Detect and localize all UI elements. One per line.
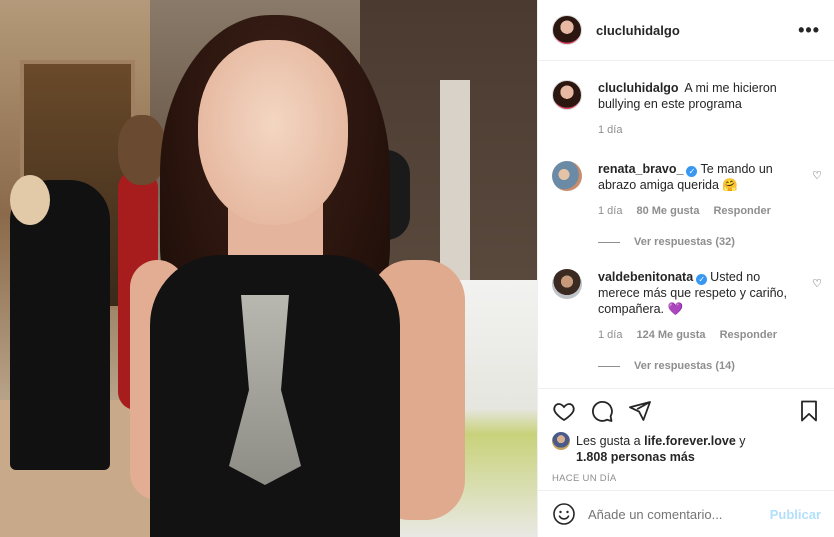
caption-text-block: clucluhidalgo A mi me hicieron bullying … bbox=[598, 80, 803, 112]
likes-text: Les gusta a life.forever.love y 1.808 pe… bbox=[576, 433, 746, 465]
photo-person-left-head bbox=[10, 175, 50, 225]
comment-icon[interactable] bbox=[590, 399, 614, 423]
photo-bg-curtain bbox=[440, 80, 470, 280]
caption-item: clucluhidalgo A mi me hicieron bullying … bbox=[552, 80, 822, 138]
publish-button[interactable]: Publicar bbox=[770, 507, 821, 522]
liker-avatar[interactable] bbox=[552, 432, 570, 450]
replies-divider bbox=[598, 365, 620, 367]
view-replies-label: Ver respuestas (14) bbox=[634, 360, 735, 372]
likes-count[interactable]: 1.808 personas más bbox=[576, 450, 695, 464]
post-photo[interactable] bbox=[0, 0, 537, 537]
comment-username[interactable]: renata_bravo_ bbox=[598, 162, 683, 176]
comment-item: valdebenitonata ✓ Usted no merece más que … bbox=[552, 269, 822, 343]
likes-joiner: y bbox=[735, 434, 746, 448]
comment-time[interactable]: 1 día bbox=[598, 203, 622, 219]
author-username[interactable]: clucluhidalgo bbox=[596, 23, 680, 38]
post-header: clucluhidalgo ••• bbox=[538, 0, 834, 61]
reply-button[interactable]: Responder bbox=[713, 203, 770, 219]
view-replies-button[interactable]: Ver respuestas (32) bbox=[598, 236, 735, 248]
more-options-icon[interactable]: ••• bbox=[798, 20, 820, 41]
post-side-panel: clucluhidalgo ••• clucluhidalgo A mi me … bbox=[537, 0, 834, 537]
view-replies-label: Ver respuestas (32) bbox=[634, 236, 735, 248]
instagram-post: clucluhidalgo ••• clucluhidalgo A mi me … bbox=[0, 0, 834, 537]
liker-username[interactable]: life.forever.love bbox=[644, 434, 736, 448]
heart-icon[interactable] bbox=[552, 399, 576, 423]
comment-likes[interactable]: 124 Me gusta bbox=[636, 327, 705, 343]
comment-item: renata_bravo_ ✓ Te mando un abrazo amiga q… bbox=[552, 161, 822, 219]
post-actions: Les gusta a life.forever.love y 1.808 pe… bbox=[538, 388, 834, 484]
likes-summary: Les gusta a life.forever.love y 1.808 pe… bbox=[552, 432, 821, 465]
likes-prefix: Les gusta a bbox=[576, 434, 645, 448]
comment-time[interactable]: 1 día bbox=[598, 327, 622, 343]
comment-like-heart-icon[interactable]: ♡ bbox=[812, 169, 822, 182]
view-replies-button[interactable]: Ver respuestas (14) bbox=[598, 360, 735, 372]
photo-subject-face bbox=[198, 40, 348, 225]
replies-divider bbox=[598, 241, 620, 243]
add-comment-bar: Publicar bbox=[538, 490, 834, 537]
post-timestamp[interactable]: HACE UN DÍA bbox=[552, 473, 821, 484]
caption-avatar[interactable] bbox=[552, 80, 582, 110]
action-icons-row bbox=[552, 389, 821, 433]
comment-avatar[interactable] bbox=[552, 269, 582, 299]
comment-input[interactable] bbox=[588, 506, 758, 522]
author-avatar[interactable] bbox=[552, 15, 582, 45]
caption-time[interactable]: 1 día bbox=[598, 122, 622, 138]
share-icon[interactable] bbox=[628, 399, 652, 423]
emoji-icon[interactable] bbox=[552, 502, 576, 526]
caption-username[interactable]: clucluhidalgo bbox=[598, 81, 679, 95]
comment-username[interactable]: valdebenitonata bbox=[598, 270, 693, 284]
verified-badge-icon: ✓ bbox=[696, 274, 708, 285]
comment-like-heart-icon[interactable]: ♡ bbox=[812, 277, 822, 290]
comment-text-block: renata_bravo_ ✓ Te mando un abrazo amiga q… bbox=[598, 161, 803, 193]
comment-avatar[interactable] bbox=[552, 161, 582, 191]
comments-list[interactable]: clucluhidalgo A mi me hicieron bullying … bbox=[538, 62, 834, 387]
photo-person-red-head bbox=[118, 115, 166, 185]
verified-badge-icon: ✓ bbox=[686, 166, 698, 177]
comment-likes[interactable]: 80 Me gusta bbox=[636, 203, 699, 219]
reply-button[interactable]: Responder bbox=[720, 327, 777, 343]
comment-text-block: valdebenitonata ✓ Usted no merece más que … bbox=[598, 269, 803, 317]
bookmark-icon[interactable] bbox=[797, 399, 821, 423]
